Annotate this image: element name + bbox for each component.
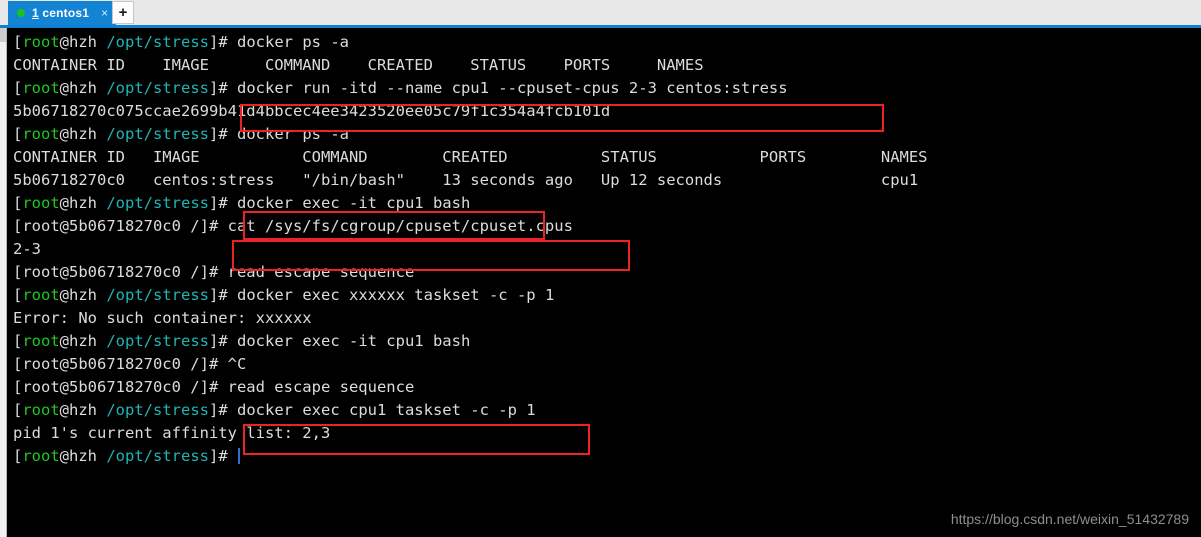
prompt-user: root [22, 33, 60, 51]
command-text: docker exec cpu1 taskset -c -p 1 [237, 401, 536, 419]
command-text: cat /sys/fs/cgroup/cpuset/cpuset.cpus [227, 217, 573, 235]
terminal-line: [root@5b06718270c0 /]# cat /sys/fs/cgrou… [13, 215, 1193, 238]
prompt-sigil: ]# [209, 332, 237, 350]
prompt-sigil: ]# [209, 286, 237, 304]
prompt-sigil: ]# [209, 33, 237, 51]
prompt-bracket: [ [13, 401, 23, 419]
output-text: pid 1's current affinity list: 2,3 [13, 424, 331, 442]
prompt-sigil: ]# [209, 194, 237, 212]
prompt-path: /opt/stress [106, 332, 209, 350]
prompt-host: @hzh [59, 79, 107, 97]
output-text: CONTAINER ID IMAGE COMMAND CREATED STATU… [13, 148, 928, 166]
prompt-path: /opt/stress [106, 286, 209, 304]
terminal-line: CONTAINER ID IMAGE COMMAND CREATED STATU… [13, 54, 1193, 77]
terminal-line: CONTAINER ID IMAGE COMMAND CREATED STATU… [13, 146, 1193, 169]
prompt-host: @hzh [59, 33, 107, 51]
prompt-path: /opt/stress [106, 125, 209, 143]
prompt-user: root [22, 332, 60, 350]
output-text: Error: No such container: xxxxxx [13, 309, 312, 327]
prompt-host: @hzh [59, 125, 107, 143]
tab-index: 1 [32, 6, 39, 20]
tab-centos1[interactable]: 1 centos1 × [8, 1, 117, 25]
scrollbar-thumb[interactable] [0, 28, 6, 42]
close-icon[interactable]: × [101, 7, 108, 19]
prompt-host: @hzh [59, 447, 107, 465]
prompt-container: [root@5b06718270c0 /]# [13, 378, 228, 396]
terminal-screen[interactable]: [root@hzh /opt/stress]# docker ps -a CONT… [0, 28, 1201, 537]
command-text: docker exec -it cpu1 bash [237, 332, 471, 350]
terminal-line: [root@hzh /opt/stress]# [13, 445, 1193, 468]
prompt-user: root [22, 79, 60, 97]
prompt-user: root [22, 125, 60, 143]
prompt-user: root [22, 447, 60, 465]
new-tab-button[interactable]: + [112, 1, 134, 24]
prompt-host: @hzh [59, 194, 107, 212]
prompt-bracket: [ [13, 194, 23, 212]
terminal-line: [root@hzh /opt/stress]# docker exec -it … [13, 192, 1193, 215]
output-text: 2-3 [13, 240, 41, 258]
prompt-path: /opt/stress [106, 33, 209, 51]
prompt-user: root [22, 286, 60, 304]
output-text: CONTAINER ID IMAGE COMMAND CREATED STATU… [13, 56, 704, 74]
output-text: 5b06718270c075ccae2699b41d4bbcec4ee34235… [13, 102, 611, 120]
terminal-line: 5b06718270c075ccae2699b41d4bbcec4ee34235… [13, 100, 1193, 123]
tab-bar: 1 centos1 × + [0, 0, 1201, 25]
terminal-output: [root@hzh /opt/stress]# docker ps -a CONT… [13, 31, 1193, 468]
command-text: docker exec xxxxxx taskset -c -p 1 [237, 286, 555, 304]
terminal-line: [root@hzh /opt/stress]# docker exec -it … [13, 330, 1193, 353]
watermark: https://blog.csdn.net/weixin_51432789 [950, 511, 1189, 527]
prompt-user: root [22, 194, 60, 212]
terminal-line: 2-3 [13, 238, 1193, 261]
prompt-host: @hzh [59, 332, 107, 350]
prompt-host: @hzh [59, 401, 107, 419]
terminal-scrollbar[interactable] [0, 28, 7, 537]
tab-title: centos1 [38, 6, 90, 20]
prompt-sigil: ]# [209, 401, 237, 419]
prompt-path: /opt/stress [106, 194, 209, 212]
prompt-user: root [22, 401, 60, 419]
terminal-line: [root@5b06718270c0 /]# ^C [13, 353, 1193, 376]
terminal-line: [root@hzh /opt/stress]# docker ps -a [13, 123, 1193, 146]
prompt-container: [root@5b06718270c0 /]# [13, 355, 228, 373]
prompt-sigil: ]# [209, 79, 237, 97]
command-text: docker ps -a [237, 33, 349, 51]
prompt-host: @hzh [59, 286, 107, 304]
prompt-path: /opt/stress [106, 79, 209, 97]
terminal-line: pid 1's current affinity list: 2,3 [13, 422, 1193, 445]
command-text: docker run -itd --name cpu1 --cpuset-cpu… [237, 79, 788, 97]
prompt-container: [root@5b06718270c0 /]# [13, 217, 228, 235]
terminal-line: [root@hzh /opt/stress]# docker exec cpu1… [13, 399, 1193, 422]
prompt-path: /opt/stress [106, 447, 209, 465]
prompt-bracket: [ [13, 125, 23, 143]
command-text: docker ps -a [237, 125, 349, 143]
tab-label: 1 centos1 [32, 6, 89, 20]
terminal-window: 1 centos1 × + [root@hzh /opt/stress]# do… [0, 0, 1201, 537]
prompt-bracket: [ [13, 286, 23, 304]
terminal-line: Error: No such container: xxxxxx [13, 307, 1193, 330]
terminal-line: 5b06718270c0 centos:stress "/bin/bash" 1… [13, 169, 1193, 192]
command-text: read escape sequence [227, 378, 415, 396]
terminal-line: [root@5b06718270c0 /]# read escape seque… [13, 261, 1193, 284]
prompt-bracket: [ [13, 79, 23, 97]
command-text: read escape sequence [227, 263, 415, 281]
terminal-line: [root@hzh /opt/stress]# docker run -itd … [13, 77, 1193, 100]
prompt-path: /opt/stress [106, 401, 209, 419]
text-cursor [238, 448, 240, 464]
prompt-sigil: ]# [209, 447, 237, 465]
terminal-line: [root@hzh /opt/stress]# docker ps -a [13, 31, 1193, 54]
prompt-bracket: [ [13, 33, 23, 51]
command-text: ^C [227, 355, 247, 373]
prompt-container: [root@5b06718270c0 /]# [13, 263, 228, 281]
tab-status-dot [17, 9, 25, 17]
terminal-line: [root@hzh /opt/stress]# docker exec xxxx… [13, 284, 1193, 307]
command-text: docker exec -it cpu1 bash [237, 194, 471, 212]
prompt-bracket: [ [13, 447, 23, 465]
prompt-bracket: [ [13, 332, 23, 350]
prompt-sigil: ]# [209, 125, 237, 143]
terminal-line: [root@5b06718270c0 /]# read escape seque… [13, 376, 1193, 399]
output-text: 5b06718270c0 centos:stress "/bin/bash" 1… [13, 171, 919, 189]
